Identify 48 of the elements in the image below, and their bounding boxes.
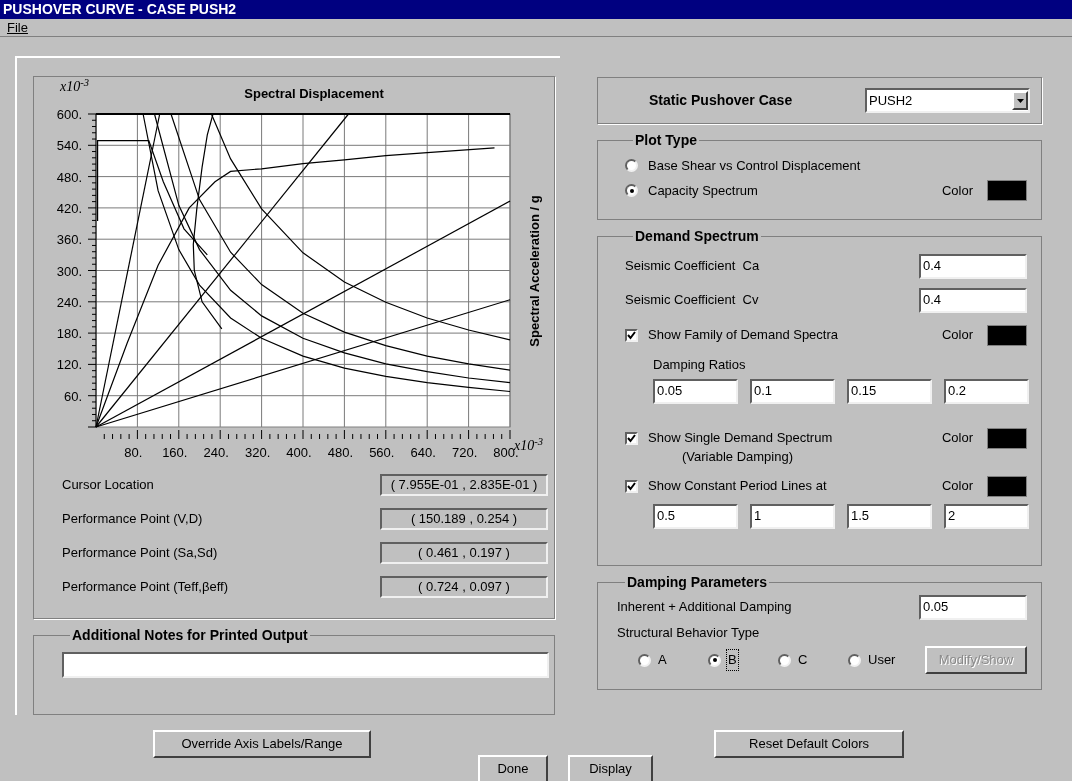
readout-field: ( 0.461 , 0.197 ) [380,542,548,564]
axis-tick-label: 640. [410,445,436,460]
color-label: Color [941,429,973,448]
group-title: Additional Notes for Printed Output [71,626,309,645]
readout-label: Performance Point (Sa,Sd) [62,544,219,563]
axis-tick-label: 240. [203,445,229,460]
axis-tick-label: 560. [369,445,395,460]
axis-title: Spectral Acceleration / g [527,195,542,347]
group-title: Demand Spectrum [634,227,760,246]
axis-tick-label: 240. [56,294,82,310]
field-label: Seismic Coefficient Ca [625,257,760,276]
axis-tick-label: 80. [124,445,143,460]
axis-tick-label: 160. [162,445,188,460]
axis-title: Spectral Displacement [244,86,384,101]
axis-tick-label: 320. [244,445,271,460]
axis-tick-label: 480. [56,169,82,185]
axis-tick-label: 120. [56,357,82,373]
readout-field: ( 7.955E-01 , 2.835E-01 ) [380,474,548,496]
readout-field: ( 0.724 , 0.097 ) [380,576,548,598]
axis-tick-label: 180. [56,326,82,342]
field-label: Damping Ratios [653,356,747,374]
axis-multiplier: x10$^{-3}$ [60,80,89,94]
field-label: Inherent + Additional Damping [617,598,792,617]
axis-tick-label: 480. [327,445,354,460]
window-title: PUSHOVER CURVE - CASE PUSH2 [0,0,1072,19]
dropdown-value: PUSH2 [868,91,914,110]
axis-tick-label: 300. [56,263,82,279]
axis-tick-label: 540. [56,138,82,154]
field-label: Seismic Coefficient Cv [625,291,759,310]
checkbox-label: (Variable Damping) [682,450,795,466]
axis-multiplier: x10$^{-3}$ [514,439,543,453]
group-title: Plot Type [634,131,698,150]
axis-tick-label: 400. [286,445,312,460]
axis-tick-label: 600. [56,107,82,122]
field-label: Static Pushover Case [649,91,793,110]
color-label: Color [941,181,973,200]
axis-tick-label: 60. [63,388,82,404]
readout-label: Performance Point (Teff,βeff) [62,578,229,597]
color-label: Color [941,326,973,345]
axis-tick-label: 360. [56,232,82,248]
axis-tick-label: 420. [56,200,82,216]
readout-field: ( 150.189 , 0.254 ) [380,508,548,530]
readout-label: Performance Point (V,D) [62,510,204,529]
field-label: Structural Behavior Type [617,624,761,642]
group-title: Damping Parameters [626,573,769,592]
axis-tick-label: 720. [451,445,478,460]
readout-label: Cursor Location [62,476,155,495]
color-label: Color [941,477,973,496]
